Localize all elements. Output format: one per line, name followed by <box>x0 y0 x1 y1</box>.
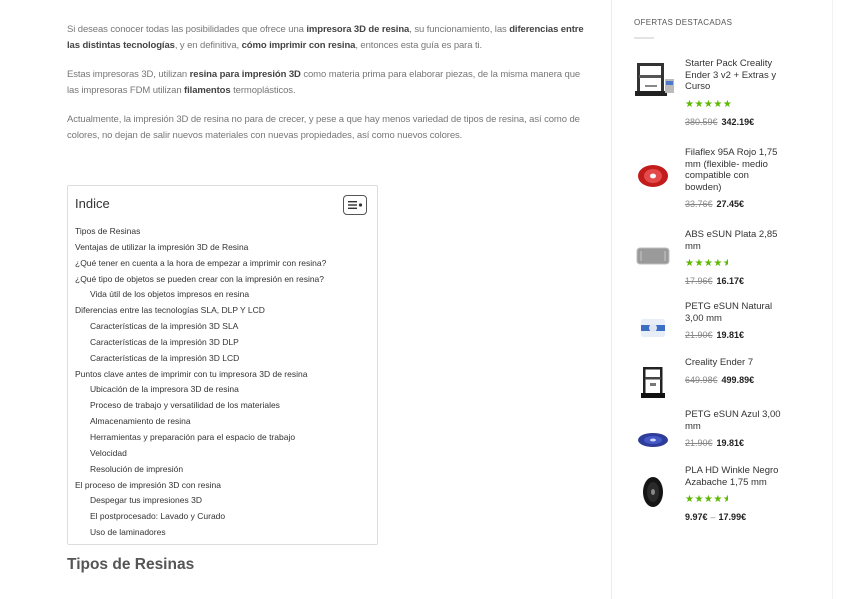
rating-stars: ★★★★★ <box>685 494 728 505</box>
sale-price: 16.17€ <box>716 276 745 286</box>
resin-bold-filaments: filamentos <box>184 85 231 96</box>
old-price: 649.98€ <box>685 374 718 385</box>
product-price: 33.76€ 27.45€ <box>685 199 785 209</box>
product-name-link[interactable]: Creality Ender 7 <box>685 357 785 369</box>
product-name-link[interactable]: Starter Pack Creality Ender 3 v2 + Extra… <box>685 58 785 93</box>
product-name-link[interactable]: PLA HD Winkle Negro Azabache 1,75 mm <box>685 465 785 488</box>
product-info: Starter Pack Creality Ender 3 v2 + Extra… <box>685 58 785 127</box>
intro-text: , entonces esta guía es para ti. <box>355 40 483 51</box>
section-heading-tipos-de-resinas: Tipos de Resinas <box>67 556 195 573</box>
toc-link[interactable]: Proceso de trabajo y versatilidad de los… <box>75 398 370 414</box>
intro-paragraph: Si deseas conocer todas las posibilidade… <box>67 22 592 54</box>
product-price: 380.59€ 342.19€ <box>685 117 785 127</box>
growth-paragraph: Actualmente, la impresión 3D de resina n… <box>67 114 580 141</box>
black-filament-spool-icon[interactable] <box>630 469 676 515</box>
toc-link[interactable]: Diferencias entre las tecnologías SLA, D… <box>75 303 370 319</box>
toc-toggle-button[interactable] <box>343 195 367 215</box>
resin-paragraph: Estas impresoras 3D, utilizan resina par… <box>67 67 592 99</box>
toc-link[interactable]: El proceso de impresión 3D con resina <box>75 478 370 494</box>
toc-link[interactable]: Vida útil de los objetos impresos en res… <box>75 287 370 303</box>
toc-link[interactable]: Tipos de Resinas <box>75 224 370 240</box>
toc-list: Tipos de Resinas Ventajas de utilizar la … <box>75 224 370 541</box>
intro-bold-resin-printer: impresora 3D de resina <box>306 24 410 35</box>
product-info: PETG eSUN Azul 3,00 mm 21.90€ 19.81€ <box>685 409 785 448</box>
product-info: PETG eSUN Natural 3,00 mm 21.90€ 19.81€ <box>685 301 785 340</box>
intro-text: , y en definitiva, <box>174 40 242 51</box>
intro-text: , su funcionamiento, las <box>409 24 510 35</box>
sale-price: 342.19€ <box>721 116 755 127</box>
list-toggle-icon <box>347 201 362 209</box>
sale-price: 19.81€ <box>716 330 745 340</box>
toc-link[interactable]: ¿Qué tener en cuenta a la hora de empeza… <box>75 256 370 272</box>
toc-link[interactable]: Herramientas y preparación para el espac… <box>75 430 370 446</box>
silver-filament-spool-icon[interactable] <box>630 233 676 279</box>
product-name-link[interactable]: PETG eSUN Azul 3,00 mm <box>685 409 785 432</box>
old-price: 33.76€ <box>685 199 713 209</box>
resin-text: termoplásticos. <box>230 85 296 96</box>
price-from: 9.97€ <box>685 512 708 522</box>
product-info: ABS eSUN Plata 2,85 mm ★★★★★ 17.96€ 16.17€ <box>685 229 785 286</box>
3d-printer-icon[interactable] <box>630 359 676 405</box>
product-info: PLA HD Winkle Negro Azabache 1,75 mm ★★★★… <box>685 465 785 522</box>
widget-title-underline <box>634 37 654 39</box>
toc-link[interactable]: Velocidad <box>75 446 370 462</box>
product-name-link[interactable]: PETG eSUN Natural 3,00 mm <box>685 301 785 324</box>
sale-price: 27.45€ <box>716 199 745 209</box>
old-price: 21.90€ <box>685 438 713 448</box>
toc-link[interactable]: Ubicación de la impresora 3D de resina <box>75 382 370 398</box>
page-edge-divider <box>832 0 833 599</box>
product-price: 21.90€ 19.81€ <box>685 438 785 448</box>
rating-stars: ★★★★★ <box>685 98 733 110</box>
toc-link[interactable]: Características de la impresión 3D LCD <box>75 351 370 367</box>
intro-text: Si deseas conocer todas las posibilidade… <box>67 24 307 35</box>
toc-link[interactable]: Puntos clave antes de imprimir con tu im… <box>75 367 370 383</box>
product-price: 17.96€ 16.17€ <box>685 276 785 286</box>
toc-link[interactable]: Almacenamiento de resina <box>75 414 370 430</box>
sale-price: 19.81€ <box>716 438 745 448</box>
product-name-link[interactable]: ABS eSUN Plata 2,85 mm <box>685 229 785 252</box>
article-body: Si deseas conocer todas las posibilidade… <box>67 22 592 157</box>
3d-printer-kit-icon[interactable] <box>630 58 676 104</box>
product-price: 9.97€ –17.99€ <box>685 512 785 522</box>
price-to: 17.99€ <box>718 512 747 522</box>
old-price: 380.59€ <box>685 116 718 127</box>
toc-title: Indice <box>75 196 110 211</box>
intro-bold-how-to-print: cómo imprimir con resina <box>241 40 356 51</box>
red-filament-spool-icon[interactable] <box>630 153 676 199</box>
sale-price: 499.89€ <box>721 374 755 385</box>
toc-link[interactable]: Despegar tus impresiones 3D <box>75 493 370 509</box>
product-name-link[interactable]: Filaflex 95A Rojo 1,75 mm (flexible- med… <box>685 147 785 193</box>
toc-link[interactable]: ¿Qué tipo de objetos se pueden crear con… <box>75 272 370 288</box>
toc-link[interactable]: El postprocesado: Lavado y Curado <box>75 509 370 525</box>
toc-link[interactable]: Resolución de impresión <box>75 462 370 478</box>
product-info: Creality Ender 7 649.98€ 499.89€ <box>685 357 785 385</box>
toc-link[interactable]: Ventajas de utilizar la impresión 3D de … <box>75 240 370 256</box>
price-range-separator: – <box>710 512 716 522</box>
toc-link[interactable]: Uso de laminadores <box>75 525 370 541</box>
product-price: 21.90€ 19.81€ <box>685 330 785 340</box>
natural-filament-spool-icon[interactable] <box>630 305 676 351</box>
toc-link[interactable]: Características de la impresión 3D SLA <box>75 319 370 335</box>
sidebar-widget-title: OFERTAS DESTACADAS <box>634 18 733 27</box>
table-of-contents: Indice Tipos de Resinas Ventajas de utili… <box>67 185 378 545</box>
rating-stars: ★★★★★ <box>685 258 728 269</box>
old-price: 17.96€ <box>685 276 713 286</box>
blue-filament-spool-icon[interactable] <box>630 417 676 463</box>
product-info: Filaflex 95A Rojo 1,75 mm (flexible- med… <box>685 147 785 209</box>
product-price: 649.98€ 499.89€ <box>685 375 785 385</box>
resin-text: Estas impresoras 3D, utilizan <box>67 69 190 80</box>
resin-bold-resin: resina para impresión 3D <box>189 69 301 80</box>
sidebar-divider <box>611 0 612 599</box>
toc-link[interactable]: Características de la impresión 3D DLP <box>75 335 370 351</box>
old-price: 21.90€ <box>685 330 713 340</box>
